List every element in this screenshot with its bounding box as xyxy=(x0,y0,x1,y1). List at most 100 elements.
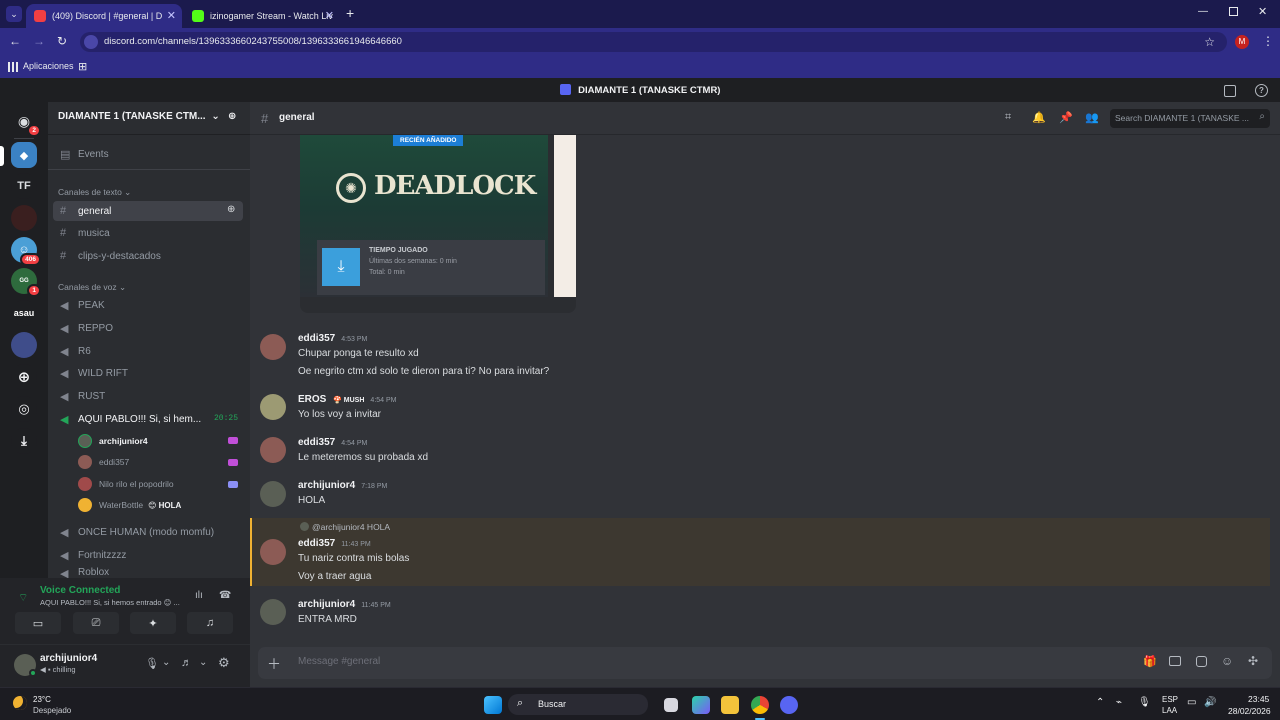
avatar[interactable] xyxy=(260,437,286,463)
voice-category[interactable]: Canales de voz ⌄ xyxy=(58,282,126,293)
weather-desc[interactable]: Despejado xyxy=(33,706,71,715)
invite-people-icon[interactable]: ⊕ xyxy=(228,111,236,122)
voice-user-waterbottle[interactable]: WaterBottle 😊 HOLA xyxy=(78,496,181,514)
avatar[interactable] xyxy=(260,599,286,625)
show-hidden-icons[interactable]: ⌃ xyxy=(1096,697,1104,708)
voice-channel-r6[interactable]: ◀ R6 xyxy=(53,341,243,361)
close-window-icon[interactable]: ✕ xyxy=(1258,5,1267,18)
upload-plus-icon[interactable]: ＋ xyxy=(267,654,281,674)
gift-icon[interactable]: 🎁 xyxy=(1143,655,1157,668)
game-embed[interactable]: RECIÉN AÑADIDO ✺ DEADLOCK ⤓ TIEMPO JUGAD… xyxy=(300,135,576,313)
tab-groups-icon[interactable]: ⊞ xyxy=(78,60,87,73)
apps-grid-icon[interactable] xyxy=(8,62,18,72)
clock-time[interactable]: 23:45 xyxy=(1248,694,1269,704)
new-tab-button[interactable]: + xyxy=(346,5,354,21)
message-author[interactable]: archijunior4 xyxy=(298,480,355,491)
reload-icon[interactable]: ↻ xyxy=(57,34,67,48)
apps-icon[interactable]: ✣ xyxy=(1248,654,1258,668)
voice-channel-aqui-pablo[interactable]: ◀ AQUI PABLO!!! Si, si hem... 20:25 xyxy=(53,409,243,429)
camera-toggle-button[interactable]: ▭ xyxy=(15,612,61,634)
reply-reference[interactable]: @archijunior4 HOLA xyxy=(300,522,390,532)
tab-kick-stream[interactable]: izinogamer Stream - Watch Liv ✕ xyxy=(184,4,340,28)
download-icon[interactable]: ⤓ xyxy=(322,248,360,286)
discord-home-icon[interactable]: ◉ 2 xyxy=(11,108,41,137)
voice-user-eddi357[interactable]: eddi357 xyxy=(78,453,129,471)
gear-icon[interactable]: ⚙ xyxy=(218,655,230,671)
close-tab-icon[interactable]: ✕ xyxy=(167,9,176,22)
search-input[interactable]: Search DIAMANTE 1 (TANASKE ... ⌕ xyxy=(1110,109,1270,128)
next-card-preview[interactable] xyxy=(554,135,576,297)
download-apps-icon[interactable]: ⤓ xyxy=(11,428,37,454)
server-asau-icon[interactable]: asau xyxy=(11,300,37,326)
channel-clips[interactable]: # clips-y-destacados xyxy=(53,246,243,266)
windows-start-icon[interactable] xyxy=(484,696,502,714)
profile-avatar[interactable]: M xyxy=(1235,35,1249,49)
message-author[interactable]: EROS xyxy=(298,394,326,405)
tab-search-chevron-icon[interactable]: ⌄ xyxy=(6,6,22,22)
soundboard-button[interactable]: ♫ xyxy=(187,612,233,634)
emoji-icon[interactable]: ☺ xyxy=(1221,654,1233,668)
channel-musica[interactable]: # musica xyxy=(53,223,243,243)
noise-suppression-icon[interactable]: ılı xyxy=(195,590,203,601)
volume-icon[interactable]: 🔊 xyxy=(1204,697,1216,708)
lang-top[interactable]: ESP xyxy=(1162,695,1178,704)
voice-channel-once-human[interactable]: ◀ ONCE HUMAN (modo momfu) xyxy=(53,522,243,542)
chrome-icon[interactable] xyxy=(751,696,769,714)
message-author[interactable]: eddi357 xyxy=(298,333,335,344)
network-icon[interactable]: ▭ xyxy=(1187,697,1196,708)
voice-connected-title[interactable]: Voice Connected xyxy=(40,585,120,596)
chevron-down-icon[interactable]: ⌄ xyxy=(162,657,170,668)
disconnect-icon[interactable]: ☎ xyxy=(219,590,231,601)
add-server-icon[interactable]: ⊕ xyxy=(11,364,37,390)
weather-temp[interactable]: 23°C xyxy=(33,695,51,704)
discord-taskbar-icon[interactable] xyxy=(780,696,798,714)
avatar[interactable] xyxy=(260,334,286,360)
pin-icon[interactable]: 📌 xyxy=(1059,111,1073,124)
events-item[interactable]: ▤ Events xyxy=(53,144,243,164)
browser-menu-icon[interactable]: ⋮ xyxy=(1262,34,1274,48)
server-diamante-icon[interactable]: ◆ xyxy=(11,142,37,168)
sticker-icon[interactable] xyxy=(1196,656,1207,667)
text-category[interactable]: Canales de texto ⌄ xyxy=(58,187,131,198)
threads-icon[interactable]: ⌗ xyxy=(1005,111,1011,124)
voice-channel-rust[interactable]: ◀ RUST xyxy=(53,386,243,406)
close-tab-icon[interactable]: ✕ xyxy=(325,9,334,22)
message-author[interactable]: eddi357 xyxy=(298,437,335,448)
server-tf-icon[interactable]: TF xyxy=(11,173,37,199)
task-view-icon[interactable] xyxy=(664,698,678,712)
chevron-down-icon[interactable]: ⌄ xyxy=(199,657,207,668)
minimize-window-icon[interactable]: — xyxy=(1198,6,1208,17)
maximize-window-icon[interactable] xyxy=(1229,7,1238,16)
voice-user-archijunior4[interactable]: archijunior4 xyxy=(78,432,148,450)
microphone-icon[interactable]: 🎙 xyxy=(1138,697,1151,708)
screen-share-button[interactable]: ⎚ xyxy=(73,612,119,634)
message-author[interactable]: eddi357 xyxy=(298,538,335,549)
avatar[interactable] xyxy=(260,481,286,507)
channel-general[interactable]: # general ⊕ xyxy=(53,201,243,221)
voice-user-nilo[interactable]: Nilo rilo el popodrilo xyxy=(78,475,174,493)
member-list-icon[interactable]: 👥 xyxy=(1085,111,1099,124)
weather-moon-icon[interactable] xyxy=(13,696,27,710)
avatar[interactable] xyxy=(260,394,286,420)
bell-icon[interactable]: 🔔 xyxy=(1032,111,1046,124)
lang-bottom[interactable]: LAA xyxy=(1162,706,1177,715)
message-author[interactable]: archijunior4 xyxy=(298,599,355,610)
avatar[interactable] xyxy=(260,539,286,565)
inbox-icon[interactable] xyxy=(1224,85,1236,97)
voice-channel-wild-rift[interactable]: ◀ WILD RIFT xyxy=(53,363,243,383)
bookmark-star-icon[interactable]: ☆ xyxy=(1204,32,1215,52)
back-arrow-icon[interactable]: ← xyxy=(9,34,21,48)
file-explorer-icon[interactable] xyxy=(721,696,739,714)
taskbar-search[interactable]: ⌕ Buscar xyxy=(508,694,648,715)
forward-arrow-icon[interactable]: → xyxy=(33,34,45,48)
server-4-icon[interactable] xyxy=(11,205,37,231)
create-invite-icon[interactable]: ⊕ xyxy=(227,204,235,215)
wifi-off-icon[interactable]: ⌁ xyxy=(1116,697,1122,708)
copilot-icon[interactable] xyxy=(692,696,710,714)
tab-discord[interactable]: (409) Discord | #general | D ✕ xyxy=(26,4,182,28)
voice-connected-channel[interactable]: AQUI PABLO!!! Si, si hemos entrado 😊 ... xyxy=(40,598,180,607)
message-input[interactable]: Message #general xyxy=(298,656,1098,670)
server-5-icon[interactable]: ☺ 406 xyxy=(11,237,41,266)
server-6-icon[interactable]: GG 1 xyxy=(11,268,41,297)
site-info-icon[interactable] xyxy=(84,35,98,49)
